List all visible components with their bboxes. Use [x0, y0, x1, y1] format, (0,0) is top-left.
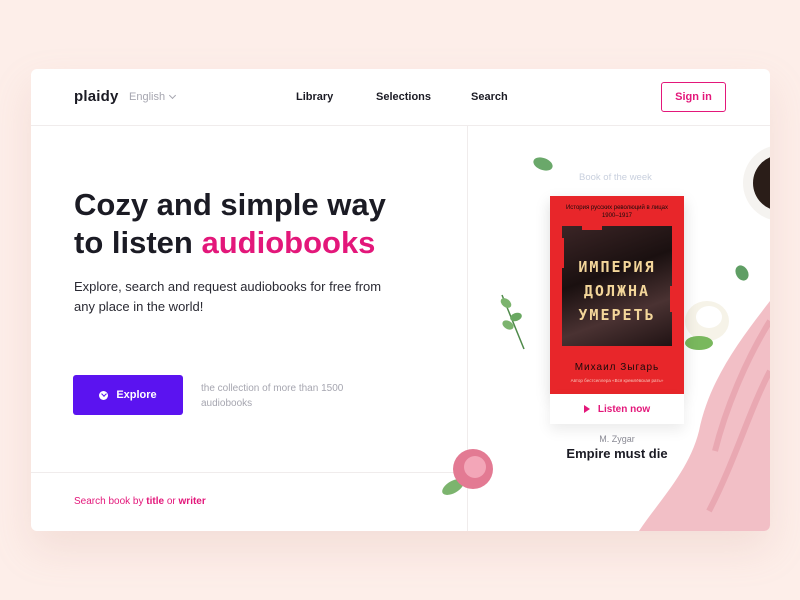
language-label: English: [129, 91, 166, 103]
cover-title-line1: ИМПЕРИЯ: [578, 258, 656, 276]
book-cover[interactable]: История русских революций в лицах 1900–1…: [550, 196, 684, 394]
hero-subtitle: Explore, search and request audiobooks f…: [74, 279, 382, 314]
hero-headline: Cozy and simple way to listen audiobooks: [74, 186, 444, 262]
nav-selections[interactable]: Selections: [376, 91, 431, 103]
search-hint-prefix: Search book by: [74, 496, 144, 507]
sprig-decoration: [500, 294, 525, 350]
search-by-title-link[interactable]: title: [146, 496, 164, 507]
cover-subtitle: История русских революций в лицах 1900–1…: [565, 205, 669, 219]
collection-text: the collection of more than 1500 audiobo…: [201, 383, 344, 409]
search-by-writer-link[interactable]: writer: [179, 496, 206, 507]
horizontal-divider: [31, 472, 467, 473]
search-hint: Search book by title or writer: [74, 496, 206, 507]
pink-rose-decoration: [442, 449, 493, 495]
headline-line1: Cozy and simple way: [74, 187, 386, 222]
coffee-cup-decoration: [743, 146, 770, 220]
explore-label: Explore: [116, 389, 157, 401]
cover-title-line2: ДОЛЖНА: [583, 282, 651, 300]
main-card: plaidy English Library Selections Search…: [31, 69, 770, 531]
leaf-decoration-small: [735, 265, 749, 281]
cover-title-line3: УМЕРЕТЬ: [578, 306, 656, 324]
nav-library[interactable]: Library: [296, 91, 333, 103]
headline-line2: to listen: [74, 225, 193, 260]
book-title[interactable]: Empire must die: [550, 446, 684, 461]
logo[interactable]: plaidy: [74, 88, 119, 105]
chevron-circle-icon: [99, 390, 109, 400]
explore-button[interactable]: Explore: [73, 375, 183, 415]
header: plaidy English Library Selections Search…: [31, 69, 770, 126]
headline-accent: audiobooks: [201, 225, 376, 260]
book-of-week-label: Book of the week: [579, 172, 652, 183]
listen-now-button[interactable]: Listen now: [550, 394, 684, 424]
book-author: M. Zygar: [599, 434, 635, 444]
leaf-decoration: [533, 157, 553, 171]
cover-footer: Автор бестселлера «Вся кремлёвская рать»: [570, 378, 664, 383]
cover-author: Михаил Зыгарь: [574, 362, 660, 373]
play-icon: [583, 405, 590, 413]
listen-now-label: Listen now: [597, 403, 651, 415]
sign-in-button[interactable]: Sign in: [661, 82, 726, 112]
chevron-down-icon: [169, 91, 177, 100]
nav-search[interactable]: Search: [471, 91, 508, 103]
search-hint-joiner: or: [166, 496, 176, 507]
language-selector[interactable]: English: [129, 91, 177, 103]
